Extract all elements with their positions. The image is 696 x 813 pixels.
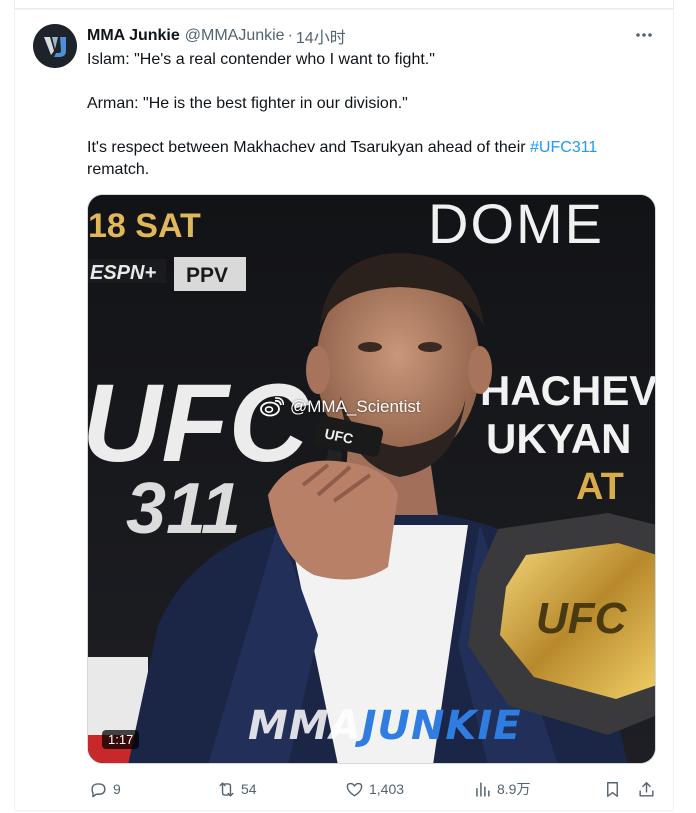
tweet-card[interactable]: MMA Junkie @MMAJunkie · 14小时 Islam: "He'…	[14, 9, 674, 811]
belt-logo: UFC	[536, 594, 628, 643]
reply-count: 9	[113, 781, 121, 797]
tweet-line-islam: Islam: "He's a real contender who I want…	[87, 51, 435, 68]
video-player[interactable]: 18 SAT DOME ESPN+ PPV UFC 311 HACHEV UKY…	[87, 194, 656, 764]
logo-mma: MMA	[248, 703, 362, 749]
backdrop-espn: ESPN+	[90, 262, 156, 284]
reply-button[interactable]: 9	[89, 780, 121, 799]
views-button[interactable]: 8.9万	[473, 779, 530, 799]
backdrop-date: 18 SAT	[88, 207, 201, 245]
avatar-logo	[33, 24, 77, 68]
video-duration-badge: 1:17	[102, 730, 140, 749]
tweet-line-arman: Arman: "He is the best fighter in our di…	[87, 95, 408, 112]
share-button[interactable]	[637, 780, 656, 799]
share-icon	[639, 781, 654, 797]
retweet-count: 54	[241, 781, 257, 797]
logo-junkie: JUNKIE	[361, 703, 522, 749]
separator-dot: ·	[287, 27, 293, 44]
previous-tweet-edge	[14, 0, 674, 9]
tweet-line-rematch: rematch.	[87, 161, 150, 178]
tweet-text: Islam: "He's a real contender who I want…	[87, 49, 657, 181]
bookmark-icon	[607, 781, 618, 797]
action-bar: 9 54 1,403 8.9万	[87, 778, 657, 800]
backdrop-name-makhachev: HACHEV	[480, 367, 656, 414]
retweet-button[interactable]: 54	[217, 780, 257, 799]
video-frame: 18 SAT DOME ESPN+ PPV UFC 311 HACHEV UKY…	[88, 195, 656, 763]
author-name[interactable]: MMA Junkie	[87, 27, 180, 45]
backdrop-ppv: PPV	[186, 264, 228, 287]
author-handle[interactable]: @MMAJunkie	[185, 27, 285, 45]
tweet-line-respect: It's respect between Makhachev and Tsaru…	[87, 137, 657, 159]
more-icon	[636, 33, 652, 37]
weibo-icon	[260, 397, 284, 417]
views-count: 8.9万	[497, 781, 531, 797]
views-icon	[476, 781, 490, 797]
bookmark-button[interactable]	[603, 780, 622, 799]
backdrop-event-number: 311	[126, 469, 241, 549]
like-icon	[346, 782, 363, 797]
tweet-line-respect-text: It's respect between Makhachev and Tsaru…	[87, 139, 531, 156]
retweet-icon	[219, 781, 234, 797]
tweet-header: MMA Junkie @MMAJunkie · 14小时	[87, 25, 346, 47]
tweet-timestamp[interactable]: 14小时	[296, 24, 346, 48]
mma-junkie-logo: MMAJUNKIE	[248, 703, 522, 749]
backdrop-name-tsarukyan: UKYAN	[486, 415, 631, 462]
backdrop-sponsor: DOME	[428, 195, 604, 255]
more-options-button[interactable]	[633, 24, 655, 46]
weibo-watermark: @MMA_Scientist	[260, 397, 421, 417]
backdrop-sat: AT	[576, 466, 624, 508]
avatar[interactable]	[33, 24, 77, 68]
like-button[interactable]: 1,403	[345, 780, 404, 799]
weibo-watermark-text: @MMA_Scientist	[290, 397, 421, 416]
backdrop-ufc: UFC	[88, 362, 310, 485]
hashtag-link[interactable]: #UFC311	[530, 139, 597, 156]
like-count: 1,403	[369, 781, 405, 797]
reply-icon	[91, 782, 106, 797]
